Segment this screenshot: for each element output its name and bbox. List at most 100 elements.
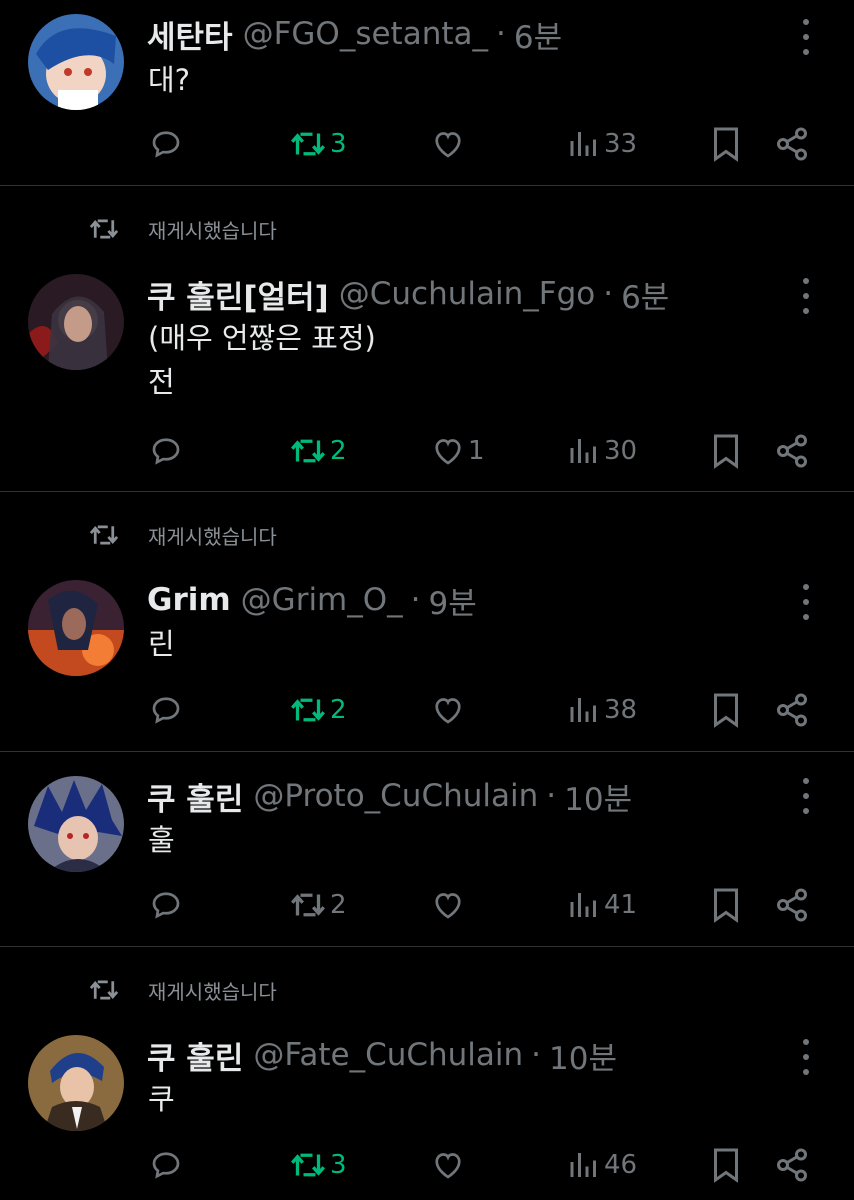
timestamp[interactable]: 9분 [429,578,477,623]
like-button[interactable] [430,124,468,164]
reply-icon [152,892,180,919]
divider [0,946,854,947]
repost-count: 2 [330,436,347,466]
views-button[interactable]: 46 [566,1145,637,1185]
divider [0,491,854,492]
share-button[interactable] [774,690,810,730]
repost-icon [89,219,119,239]
display-name[interactable]: 쿠 훌린 [147,1033,243,1078]
view-count: 38 [604,695,638,725]
avatar[interactable] [28,580,124,676]
user-handle[interactable]: @Proto_CuChulain [253,778,538,814]
bookmark-button[interactable] [708,124,744,164]
user-handle[interactable]: @Cuchulain_Fgo [339,276,595,312]
avatar[interactable] [28,1035,124,1131]
views-button[interactable]: 41 [566,885,637,925]
reply-button[interactable] [148,124,184,164]
avatar[interactable] [28,274,124,370]
share-icon [777,127,807,161]
repost-button[interactable]: 3 [288,1145,347,1185]
share-icon [777,888,807,922]
bookmark-button[interactable] [708,690,744,730]
heart-icon [435,893,461,919]
repost-icon [291,1153,325,1177]
separator-dot: · [546,778,557,814]
bookmark-button[interactable] [708,431,744,471]
repost-button[interactable]: 2 [288,885,347,925]
tweet-header: Grim @Grim_O_ · 9분 [147,578,477,623]
display-name[interactable]: Grim [147,582,231,618]
like-button[interactable] [430,885,468,925]
view-count: 41 [604,890,638,920]
repost-context-label: 재게시했습니다 [148,979,277,1004]
share-icon [777,693,807,727]
heart-icon [435,698,461,724]
reply-button[interactable] [148,431,184,471]
view-count: 30 [604,436,638,466]
user-handle[interactable]: @Fate_CuChulain [253,1037,523,1073]
reply-icon [152,438,180,465]
share-button[interactable] [774,124,810,164]
repost-count: 2 [330,890,347,920]
reply-button[interactable] [148,885,184,925]
repost-icon [89,980,119,1000]
more-options-icon[interactable] [796,778,816,814]
share-button[interactable] [774,1145,810,1185]
bookmark-icon [714,888,738,923]
repost-button[interactable]: 2 [288,431,347,471]
display-name[interactable]: 쿠 훌린 [147,774,243,819]
more-options-icon[interactable] [796,278,816,314]
user-handle[interactable]: @Grim_O_ [241,582,403,618]
reply-icon [152,697,180,724]
display-name[interactable]: 세탄타 [147,12,233,57]
view-count: 46 [604,1150,638,1180]
timestamp[interactable]: 6분 [514,12,562,57]
more-options-icon[interactable] [796,19,816,55]
repost-button[interactable]: 2 [288,690,347,730]
more-options-icon[interactable] [796,584,816,620]
repost-count: 3 [330,129,347,159]
like-button[interactable] [430,690,468,730]
timestamp[interactable]: 6분 [621,272,669,317]
heart-icon [435,132,461,158]
repost-count: 3 [330,1150,347,1180]
like-button[interactable] [430,1145,468,1185]
like-button[interactable]: 1 [430,431,485,471]
bookmark-button[interactable] [708,885,744,925]
tweet-text: 쿠 [148,1082,175,1116]
views-button[interactable]: 38 [566,690,637,730]
display-name[interactable]: 쿠 훌린[얼터] [147,272,329,317]
separator-dot: · [496,16,506,52]
more-options-icon[interactable] [796,1039,816,1075]
views-icon [570,893,596,917]
views-button[interactable]: 33 [566,124,637,164]
views-button[interactable]: 30 [566,431,637,471]
reply-button[interactable] [148,1145,184,1185]
repost-icon [291,439,325,463]
repost-context: 재게시했습니다 [86,975,277,1005]
views-icon [570,1153,596,1177]
timestamp[interactable]: 10분 [564,774,632,819]
share-button[interactable] [774,431,810,471]
separator-dot: · [410,582,421,618]
reply-button[interactable] [148,690,184,730]
share-button[interactable] [774,885,810,925]
like-count: 1 [468,436,485,466]
bookmark-icon [714,434,738,469]
views-icon [570,439,596,463]
views-icon [570,132,596,156]
tweet-text: 훌 [148,823,175,857]
separator-dot: · [531,1037,542,1073]
divider [0,751,854,752]
view-count: 33 [604,129,638,159]
repost-context: 재게시했습니다 [86,214,277,244]
avatar[interactable] [28,776,124,872]
repost-button[interactable]: 3 [288,124,347,164]
timestamp[interactable]: 10분 [549,1033,617,1078]
avatar[interactable] [28,14,124,110]
repost-context-label: 재게시했습니다 [148,524,277,549]
bookmark-button[interactable] [708,1145,744,1185]
repost-context-label: 재게시했습니다 [148,218,277,243]
heart-icon [435,1153,461,1179]
user-handle[interactable]: @FGO_setanta_ [243,16,488,52]
